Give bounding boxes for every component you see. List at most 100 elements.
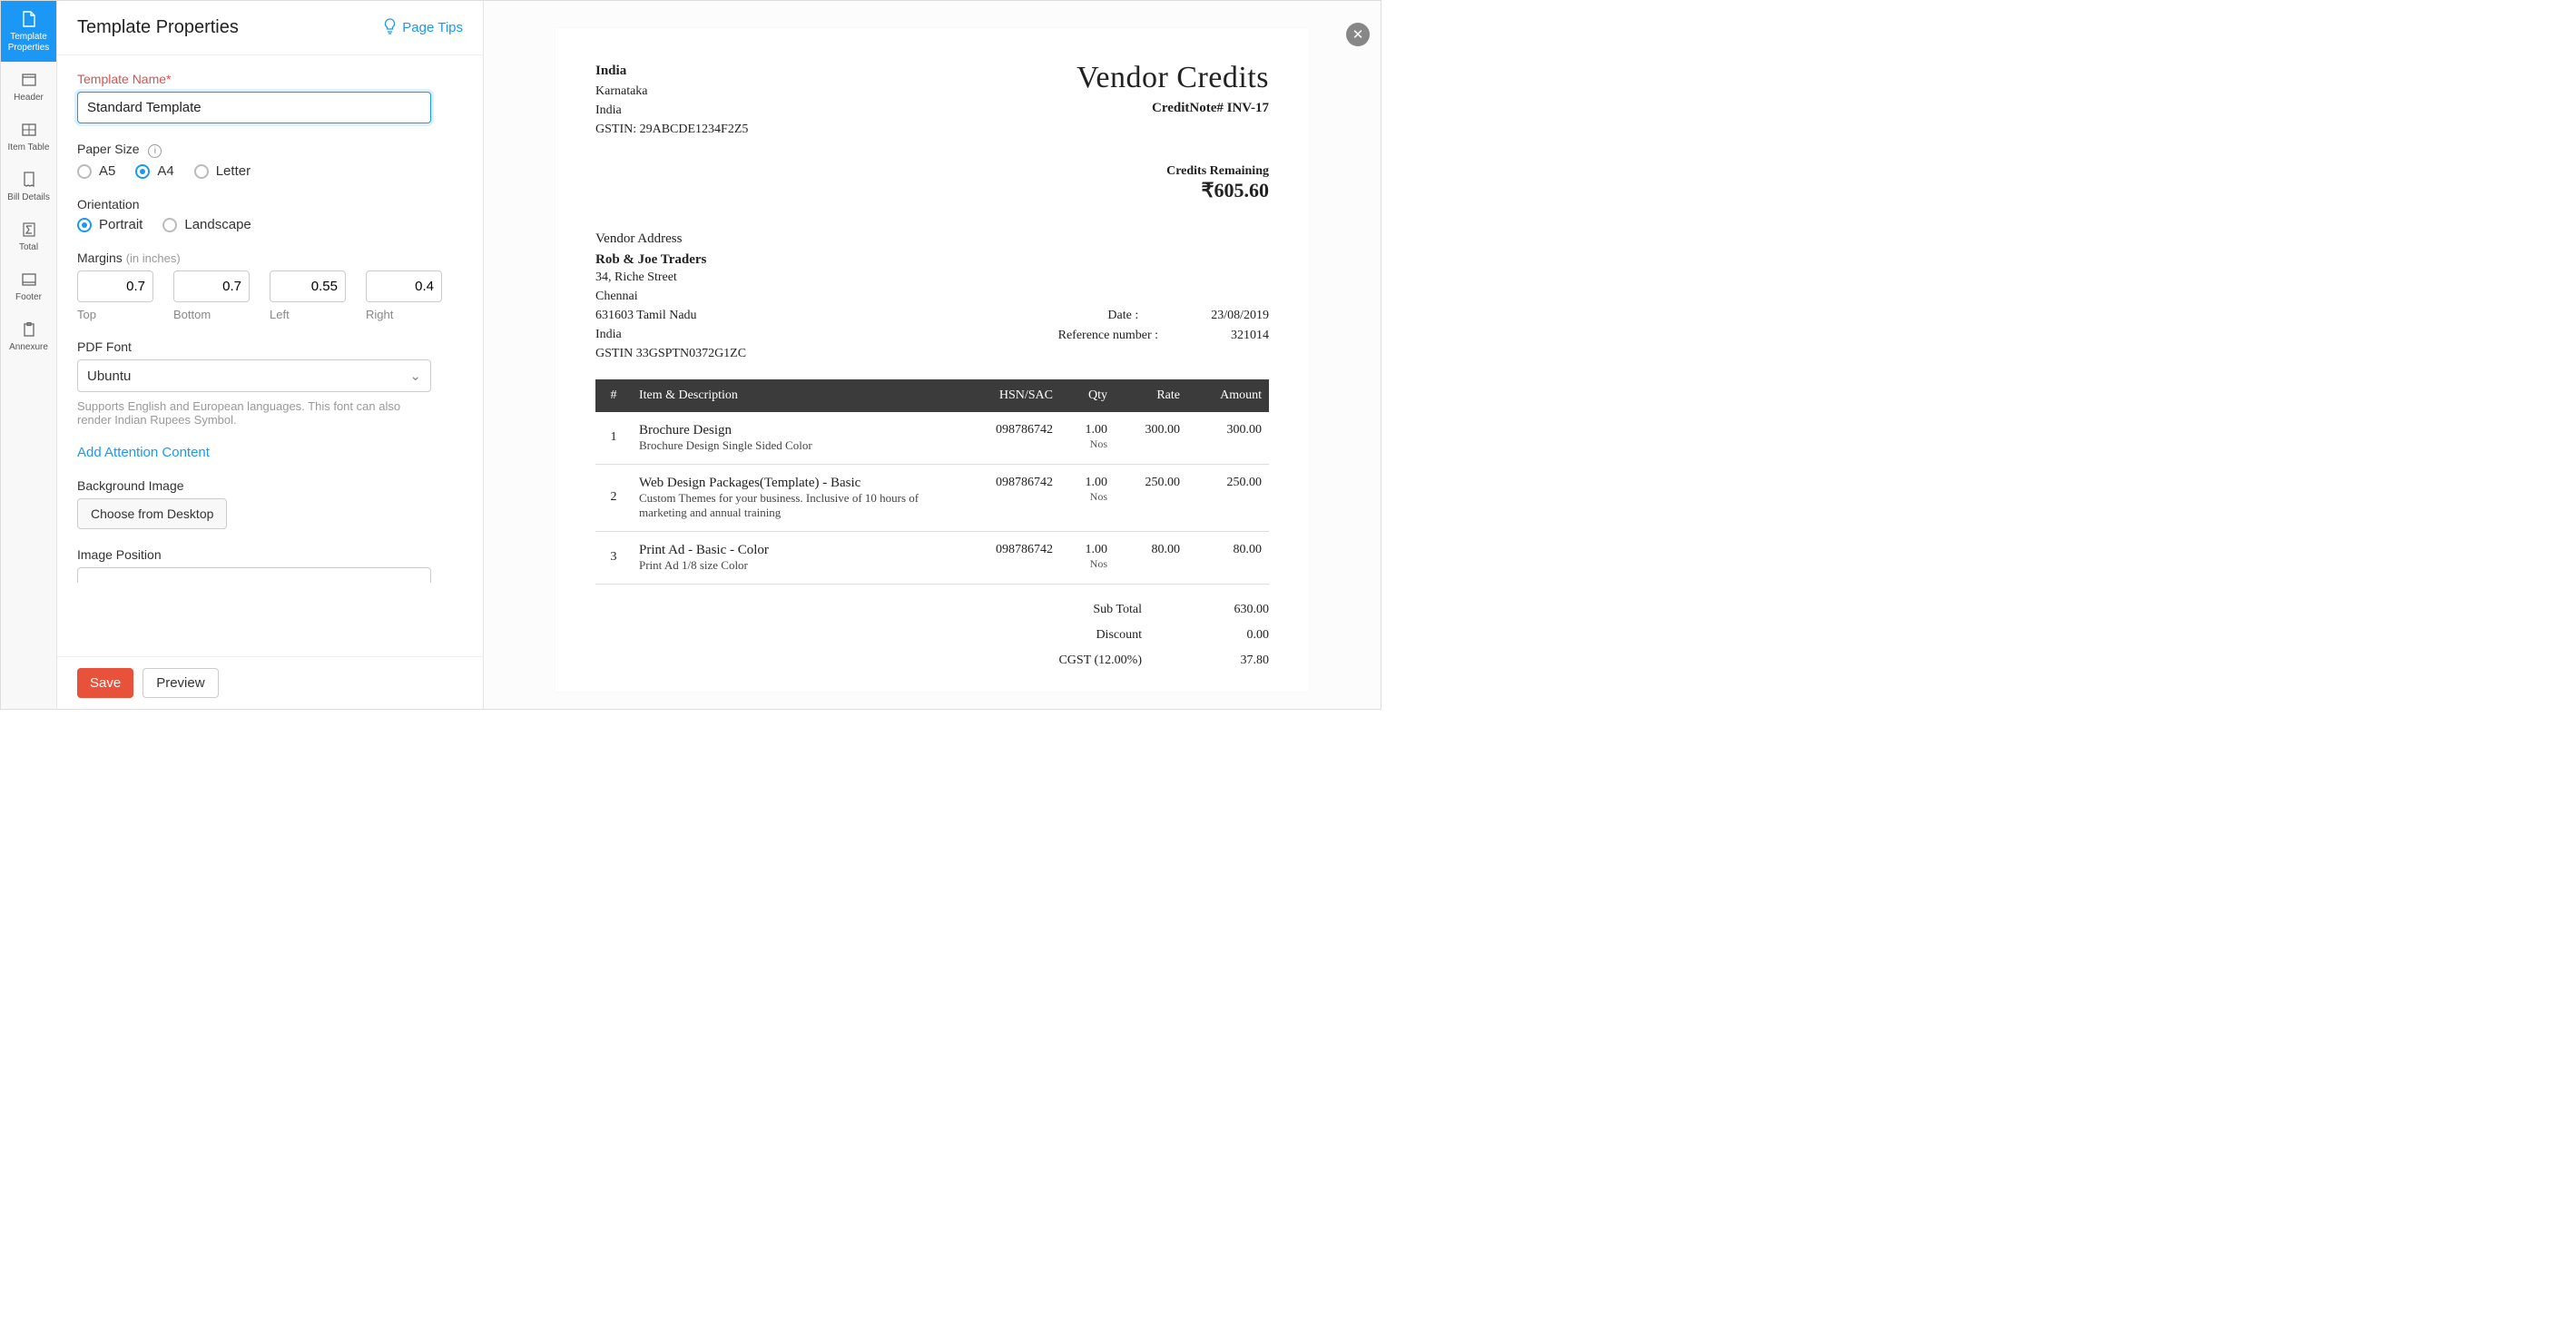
th-amount: Amount — [1187, 379, 1269, 412]
margin-left-input[interactable] — [270, 270, 346, 302]
totals-row: CGST (12.00%)37.80 — [1033, 648, 1269, 673]
cell-hsn: 098786742 — [969, 464, 1060, 531]
orientation-label: Orientation — [77, 197, 463, 211]
preview-area: ✕ India Karnataka India GSTIN: 29ABCDE12… — [484, 1, 1381, 709]
tab-header[interactable]: Header — [1, 62, 56, 112]
image-position-label: Image Position — [77, 547, 463, 562]
th-rate: Rate — [1115, 379, 1187, 412]
page-tips-link[interactable]: Page Tips — [383, 18, 463, 38]
company-country: India — [595, 101, 748, 120]
date-value: 23/08/2019 — [1211, 309, 1269, 323]
bill-icon — [21, 171, 37, 189]
th-idx: # — [595, 379, 632, 412]
cell-qty: 1.00Nos — [1060, 412, 1115, 465]
bulb-icon — [383, 18, 397, 38]
margin-top-label: Top — [77, 308, 153, 321]
cell-hsn: 098786742 — [969, 531, 1060, 584]
tab-item-table[interactable]: Item Table — [1, 112, 56, 162]
margin-bottom-label: Bottom — [173, 308, 250, 321]
vendor-name: Rob & Joe Traders — [595, 252, 1269, 268]
cell-idx: 2 — [595, 464, 632, 531]
pdf-font-select[interactable]: Ubuntu ⌄ — [77, 359, 431, 392]
vendor-address-label: Vendor Address — [595, 231, 1269, 247]
template-name-input[interactable] — [77, 92, 431, 123]
tab-total[interactable]: Total — [1, 211, 56, 261]
sigma-icon — [21, 221, 37, 239]
tab-label: Footer — [15, 292, 42, 303]
ref-value: 321014 — [1231, 329, 1269, 343]
file-icon — [21, 10, 37, 28]
totals-row: Sub Total630.00 — [1033, 597, 1269, 623]
tab-label: Header — [14, 93, 44, 103]
tab-label: Template Properties — [3, 32, 54, 54]
total-label: Discount — [1033, 628, 1142, 643]
company-gstin: GSTIN: 29ABCDE1234F2Z5 — [595, 120, 748, 139]
company-state: Karnataka — [595, 82, 748, 101]
items-table: # Item & Description HSN/SAC Qty Rate Am… — [595, 379, 1269, 585]
left-icon-sidebar: Template Properties Header Item Table Bi… — [1, 1, 57, 709]
cell-idx: 1 — [595, 412, 632, 465]
margin-top-input[interactable] — [77, 270, 153, 302]
close-button[interactable]: ✕ — [1346, 23, 1370, 46]
image-position-select[interactable] — [77, 567, 431, 583]
doc-title: Vendor Credits — [1077, 61, 1269, 95]
pdf-font-label: PDF Font — [77, 339, 463, 354]
tab-label: Annexure — [9, 342, 48, 353]
vendor-city: Chennai — [595, 287, 1269, 306]
tab-label: Bill Details — [7, 192, 50, 203]
page-title: Template Properties — [77, 17, 239, 38]
tab-footer[interactable]: Footer — [1, 261, 56, 311]
totals-row: Discount 0.00 — [1033, 623, 1269, 648]
tab-label: Total — [19, 242, 38, 253]
credits-remaining-value: ₹605.60 — [595, 179, 1269, 202]
total-value: 0.00 — [1205, 628, 1269, 643]
margin-bottom-input[interactable] — [173, 270, 250, 302]
paper-size-a5[interactable]: A5 — [77, 163, 115, 179]
credits-remaining-label: Credits Remaining — [595, 164, 1269, 179]
cell-item: Web Design Packages(Template) - BasicCus… — [632, 464, 969, 531]
th-item: Item & Description — [632, 379, 969, 412]
info-icon[interactable]: i — [148, 144, 162, 158]
page-tips-label: Page Tips — [402, 20, 463, 35]
save-button[interactable]: Save — [77, 668, 133, 698]
cell-rate: 250.00 — [1115, 464, 1187, 531]
cell-amount: 80.00 — [1187, 531, 1269, 584]
document-page: India Karnataka India GSTIN: 29ABCDE1234… — [556, 28, 1309, 692]
date-label: Date : — [1107, 309, 1138, 323]
th-qty: Qty — [1060, 379, 1115, 412]
table-row: 2Web Design Packages(Template) - BasicCu… — [595, 464, 1269, 531]
choose-from-desktop-button[interactable]: Choose from Desktop — [77, 498, 227, 529]
close-icon: ✕ — [1352, 26, 1364, 43]
properties-panel: Template Properties Page Tips Template N… — [57, 1, 484, 709]
annex-icon — [21, 320, 37, 339]
total-label: CGST (12.00%) — [1033, 654, 1142, 668]
tab-bill-details[interactable]: Bill Details — [1, 162, 56, 211]
margin-right-label: Right — [366, 308, 442, 321]
cell-rate: 80.00 — [1115, 531, 1187, 584]
margin-right-input[interactable] — [366, 270, 442, 302]
tab-annexure[interactable]: Annexure — [1, 311, 56, 361]
cell-item: Print Ad - Basic - ColorPrint Ad 1/8 siz… — [632, 531, 969, 584]
table-row: 3Print Ad - Basic - ColorPrint Ad 1/8 si… — [595, 531, 1269, 584]
grid-icon — [21, 121, 37, 139]
add-attention-content-link[interactable]: Add Attention Content — [77, 445, 210, 460]
preview-button[interactable]: Preview — [143, 668, 218, 698]
th-hsn: HSN/SAC — [969, 379, 1060, 412]
orientation-landscape[interactable]: Landscape — [162, 217, 251, 232]
tab-template-properties[interactable]: Template Properties — [1, 1, 56, 62]
cell-qty: 1.00Nos — [1060, 531, 1115, 584]
template-name-label: Template Name* — [77, 72, 463, 86]
table-row: 1Brochure DesignBrochure Design Single S… — [595, 412, 1269, 465]
vendor-line1: 34, Riche Street — [595, 268, 1269, 287]
cell-amount: 250.00 — [1187, 464, 1269, 531]
orientation-portrait[interactable]: Portrait — [77, 217, 143, 232]
cell-qty: 1.00Nos — [1060, 464, 1115, 531]
cell-rate: 300.00 — [1115, 412, 1187, 465]
paper-size-label: Paper Size i — [77, 142, 463, 158]
paper-size-letter[interactable]: Letter — [194, 163, 251, 179]
header-icon — [21, 71, 37, 89]
cell-idx: 3 — [595, 531, 632, 584]
paper-size-a4[interactable]: A4 — [135, 163, 173, 179]
footer-icon — [21, 270, 37, 289]
margin-left-label: Left — [270, 308, 346, 321]
